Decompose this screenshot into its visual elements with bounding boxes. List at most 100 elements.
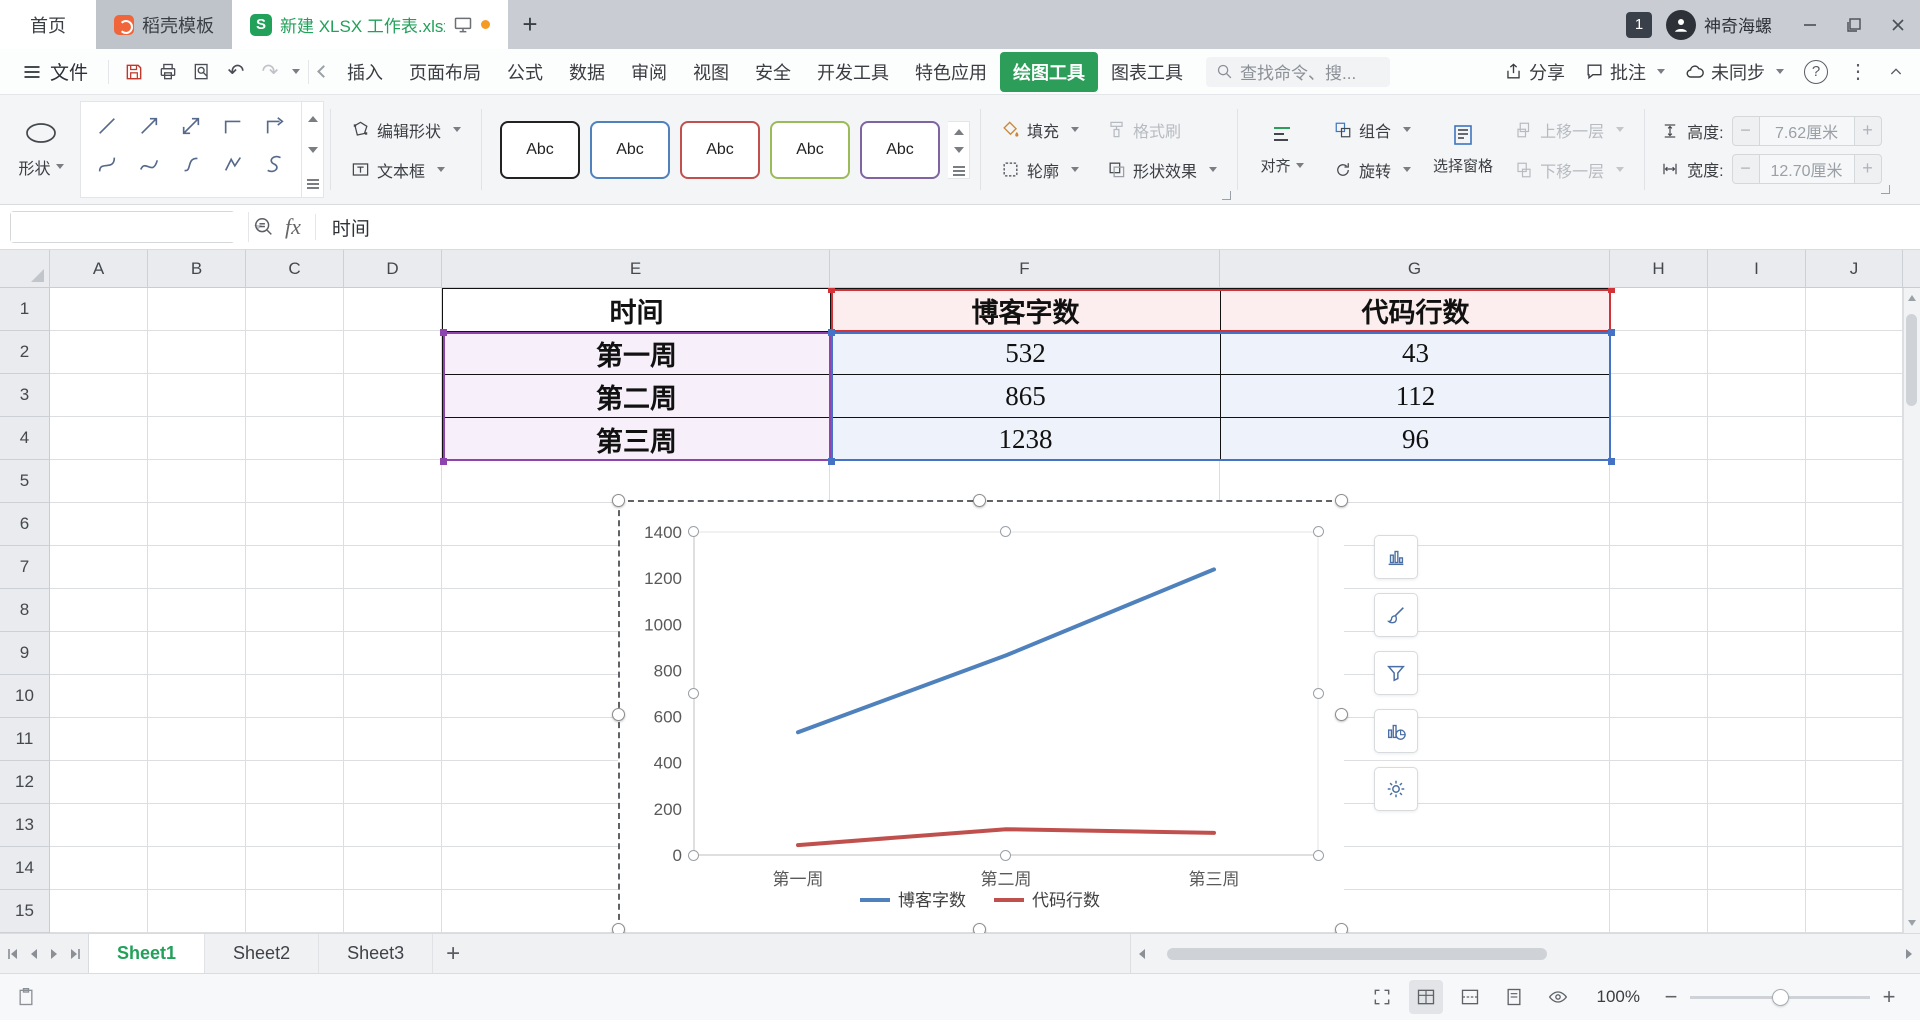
- chart-resize-handle[interactable]: [973, 494, 986, 507]
- zoom-level[interactable]: 100%: [1597, 987, 1640, 1007]
- normal-view-button[interactable]: [1408, 980, 1443, 1014]
- table-cell-r3c3[interactable]: 112: [1221, 375, 1611, 418]
- column-header-C[interactable]: C: [246, 250, 344, 287]
- share-button[interactable]: 分享: [1504, 59, 1565, 85]
- column-header-A[interactable]: A: [50, 250, 148, 287]
- column-header-D[interactable]: D: [344, 250, 442, 287]
- close-button[interactable]: [1876, 0, 1920, 49]
- chart-resize-handle[interactable]: [973, 923, 986, 933]
- width-increase-button[interactable]: +: [1855, 158, 1881, 179]
- height-value[interactable]: 7.62厘米: [1758, 116, 1855, 145]
- print-preview-button[interactable]: [185, 56, 219, 88]
- comment-button[interactable]: 批注: [1585, 59, 1665, 85]
- select-all-corner[interactable]: [0, 250, 50, 287]
- data-table[interactable]: 时间 博客字数 代码行数 第一周 532 43 第二周 865 112 第三周 1238 96: [440, 288, 1615, 465]
- new-tab-button[interactable]: +: [508, 0, 552, 49]
- zoom-slider[interactable]: [1690, 980, 1870, 1014]
- style-preset-2[interactable]: Abc: [590, 120, 671, 179]
- formula-content[interactable]: 时间: [332, 214, 370, 241]
- format-painter-button[interactable]: 格式刷: [1099, 114, 1225, 146]
- shape-gallery-down-button[interactable]: [307, 140, 318, 158]
- column-header-H[interactable]: H: [1610, 250, 1708, 287]
- name-box[interactable]: [10, 211, 262, 243]
- row-header-14[interactable]: 14: [0, 847, 49, 890]
- document-tab[interactable]: S 新建 XLSX 工作表.xlsx: [232, 0, 508, 49]
- shape-button[interactable]: 形状: [8, 101, 74, 198]
- docer-template-tab[interactable]: 稻壳模板: [96, 0, 232, 49]
- table-cell-r1c1[interactable]: 时间: [443, 289, 831, 332]
- previous-sheet-button[interactable]: [31, 948, 37, 959]
- cells-area[interactable]: 时间 博客字数 代码行数 第一周 532 43 第二周 865 112 第三周 1238 96 0 20…: [50, 288, 1903, 933]
- row-header-2[interactable]: 2: [0, 331, 49, 374]
- table-cell-r4c2[interactable]: 1238: [831, 418, 1221, 461]
- fx-icon[interactable]: fx: [285, 214, 301, 240]
- chart-resize-handle[interactable]: [1335, 708, 1348, 721]
- shape-effects-button[interactable]: 形状效果: [1099, 154, 1225, 186]
- vertical-scroll-thumb[interactable]: [1906, 314, 1917, 406]
- zoom-slider-knob[interactable]: [1772, 989, 1789, 1006]
- height-increase-button[interactable]: +: [1855, 120, 1881, 141]
- row-header-9[interactable]: 9: [0, 632, 49, 675]
- style-gallery-up-button[interactable]: [953, 122, 964, 140]
- bring-forward-button[interactable]: 上移一层: [1507, 114, 1632, 146]
- save-button[interactable]: [117, 56, 151, 88]
- row-header-15[interactable]: 15: [0, 890, 49, 933]
- elbow-arrow-connector-icon[interactable]: [255, 110, 295, 142]
- sync-status-button[interactable]: 未同步: [1685, 59, 1784, 85]
- send-backward-button[interactable]: 下移一层: [1507, 154, 1632, 186]
- page-layout-view-button[interactable]: [1497, 980, 1531, 1014]
- horizontal-scroll-thumb[interactable]: [1167, 948, 1547, 960]
- fill-button[interactable]: 填充: [993, 114, 1087, 146]
- row-header-13[interactable]: 13: [0, 804, 49, 847]
- screen-share-icon[interactable]: [453, 15, 473, 35]
- scroll-right-button[interactable]: [1898, 948, 1920, 959]
- chevron-left-icon[interactable]: [317, 65, 330, 78]
- column-header-I[interactable]: I: [1708, 250, 1806, 287]
- add-sheet-button[interactable]: +: [433, 934, 473, 973]
- row-header-8[interactable]: 8: [0, 589, 49, 632]
- menu-tab-11[interactable]: 图表工具: [1098, 52, 1196, 92]
- style-gallery-down-button[interactable]: [953, 140, 964, 158]
- name-box-input[interactable]: [11, 212, 248, 242]
- table-cell-r2c2[interactable]: 532: [831, 332, 1221, 375]
- chart-resize-handle[interactable]: [1335, 494, 1348, 507]
- menu-tab-5[interactable]: 审阅: [618, 52, 680, 92]
- horizontal-scrollbar[interactable]: [1130, 934, 1920, 973]
- row-header-12[interactable]: 12: [0, 761, 49, 804]
- sheet-tab-Sheet1[interactable]: Sheet1: [88, 934, 206, 973]
- undo-dropdown-icon[interactable]: [292, 69, 301, 74]
- height-decrease-button[interactable]: −: [1733, 120, 1759, 141]
- curved-connector-icon[interactable]: [87, 148, 127, 180]
- height-stepper[interactable]: − 7.62厘米 +: [1731, 115, 1882, 146]
- column-header-E[interactable]: E: [442, 250, 830, 287]
- table-cell-r3c2[interactable]: 865: [831, 375, 1221, 418]
- outline-button[interactable]: 轮廓: [993, 154, 1087, 186]
- menu-tab-3[interactable]: 公式: [494, 52, 556, 92]
- next-sheet-button[interactable]: [51, 948, 57, 959]
- file-menu-button[interactable]: 文件: [10, 58, 100, 85]
- avatar[interactable]: [1666, 9, 1696, 40]
- shape-gallery-more-button[interactable]: [306, 172, 319, 190]
- chart-settings-button[interactable]: [1374, 767, 1418, 811]
- row-header-11[interactable]: 11: [0, 718, 49, 761]
- command-search[interactable]: 查找命令、搜...: [1206, 56, 1391, 87]
- help-button[interactable]: ?: [1804, 59, 1828, 84]
- zoom-out-button[interactable]: −: [1656, 984, 1686, 1010]
- table-cell-r2c3[interactable]: 43: [1221, 332, 1611, 375]
- fullscreen-button[interactable]: [1365, 980, 1399, 1014]
- s-curve-shape-icon[interactable]: [171, 148, 211, 180]
- row-header-5[interactable]: 5: [0, 460, 49, 503]
- menu-tab-6[interactable]: 视图: [680, 52, 742, 92]
- more-menu-button[interactable]: ⋮: [1848, 59, 1868, 84]
- first-sheet-button[interactable]: [8, 948, 17, 959]
- align-button[interactable]: 对齐: [1244, 101, 1320, 198]
- rotate-button[interactable]: 旋转: [1326, 154, 1419, 186]
- collapse-ribbon-button[interactable]: [1888, 64, 1904, 80]
- table-cell-r1c2[interactable]: 博客字数: [831, 289, 1221, 332]
- style-preset-5[interactable]: Abc: [860, 120, 941, 179]
- insert-function-icon[interactable]: [253, 216, 275, 238]
- elbow-connector-icon[interactable]: [213, 110, 253, 142]
- chart-resize-handle[interactable]: [612, 494, 625, 507]
- selection-pane-button[interactable]: 选择窗格: [1425, 101, 1501, 198]
- freeform-shape-icon[interactable]: [213, 148, 253, 180]
